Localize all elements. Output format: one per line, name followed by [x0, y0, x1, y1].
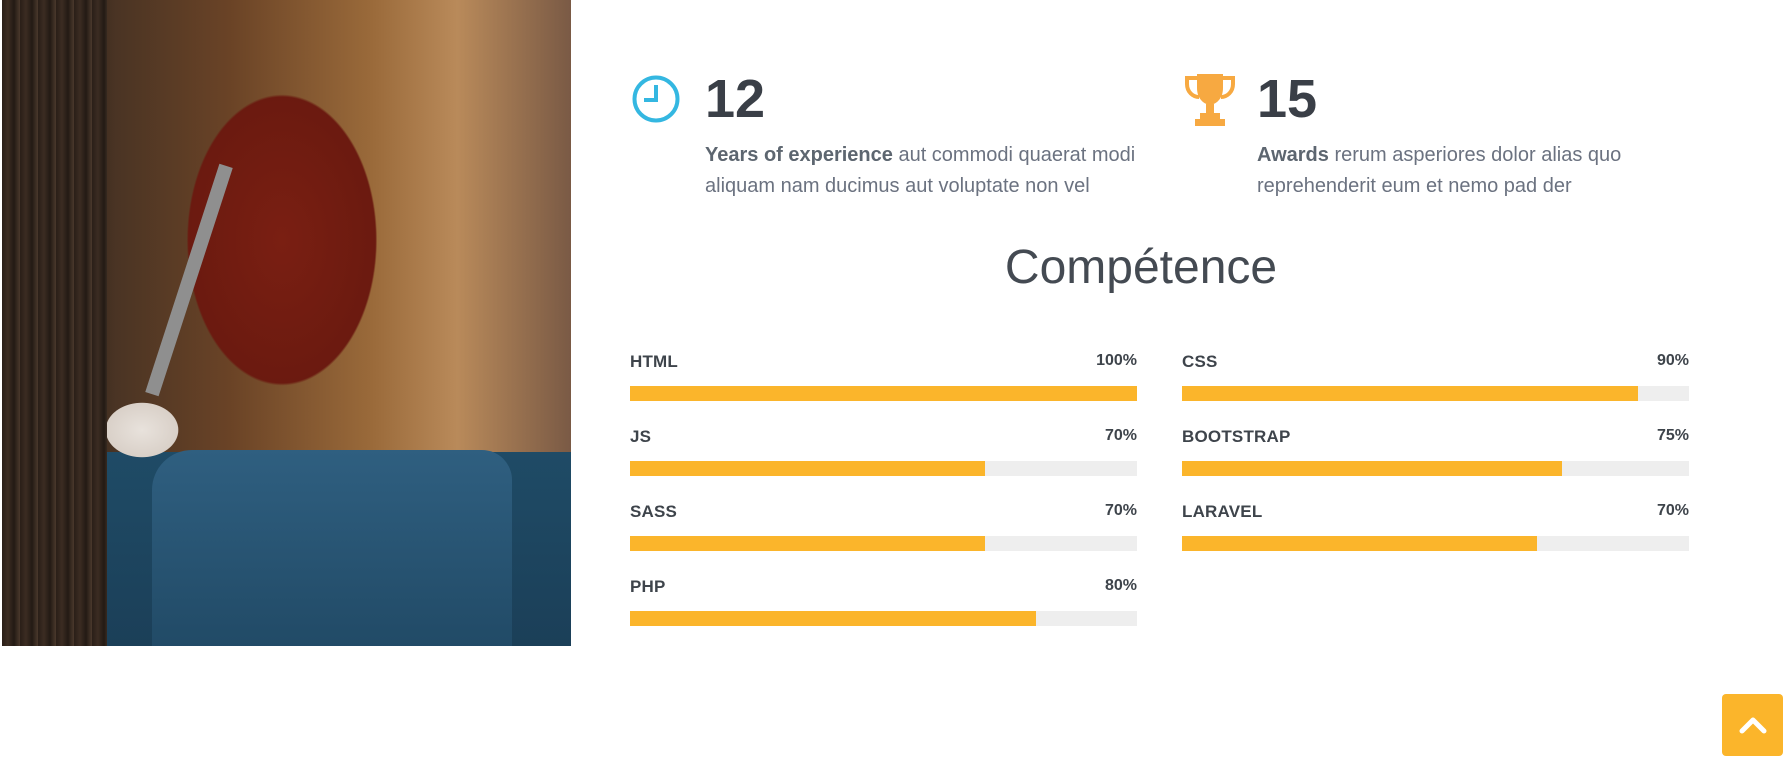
stat-number: 15: [1257, 69, 1318, 129]
skill-name: SASS: [630, 502, 678, 521]
photo-tree-trunk: [2, 0, 107, 646]
skill-progress-track: [630, 611, 1137, 626]
skill-progress-track: [1182, 536, 1689, 551]
skill-name: BOOTSTRAP: [1182, 427, 1291, 446]
skill-progress-fill: [630, 461, 985, 476]
skill-progress-fill: [1182, 536, 1537, 551]
skill-value: 100%: [1096, 352, 1137, 369]
stat-years: 12 Years of experience aut commodi quaer…: [631, 72, 1151, 242]
skill-name: CSS: [1182, 352, 1218, 371]
skill-progress-fill: [1182, 461, 1563, 476]
skill-name: HTML: [630, 352, 679, 371]
skill-progress-track: [630, 461, 1137, 476]
about-photo: [2, 0, 571, 646]
stat-number: 12: [705, 69, 766, 129]
photo-jeans: [152, 450, 512, 646]
skill-value: 70%: [1104, 502, 1137, 519]
skill-progress-track: [1182, 386, 1689, 401]
skill-value: 80%: [1104, 577, 1137, 594]
skill-progress-track: [1182, 461, 1689, 476]
skill-value: 70%: [1656, 502, 1689, 519]
chevron-up-icon: [1739, 717, 1766, 734]
skill-value: 90%: [1656, 352, 1689, 369]
photo-bag-strap: [145, 163, 233, 397]
skill-progress-track: [630, 386, 1137, 401]
back-to-top-button[interactable]: [1722, 694, 1783, 756]
skill-name: LARAVEL: [1182, 502, 1263, 521]
skill-progress-fill: [630, 536, 985, 551]
skill-value: 70%: [1104, 427, 1137, 444]
skill-name: JS: [630, 427, 652, 446]
skill-progress-track: [630, 536, 1137, 551]
skill-name: PHP: [630, 577, 666, 596]
stat-label: Awards: [1257, 144, 1329, 166]
stat-description: Awards rerum asperiores dolor alias quo …: [1257, 140, 1697, 202]
skill-progress-fill: [630, 386, 1137, 401]
stat-label: Years of experience: [705, 144, 893, 166]
skill-progress-fill: [1182, 386, 1639, 401]
stat-description: Years of experience aut commodi quaerat …: [705, 140, 1145, 202]
trophy-icon: [1185, 74, 1235, 126]
clock-icon: [632, 75, 680, 123]
skill-value: 75%: [1656, 427, 1689, 444]
skill-progress-fill: [630, 611, 1036, 626]
section-title: Compétence: [1004, 241, 1278, 294]
stat-awards: 15 Awards rerum asperiores dolor alias q…: [1183, 72, 1703, 242]
